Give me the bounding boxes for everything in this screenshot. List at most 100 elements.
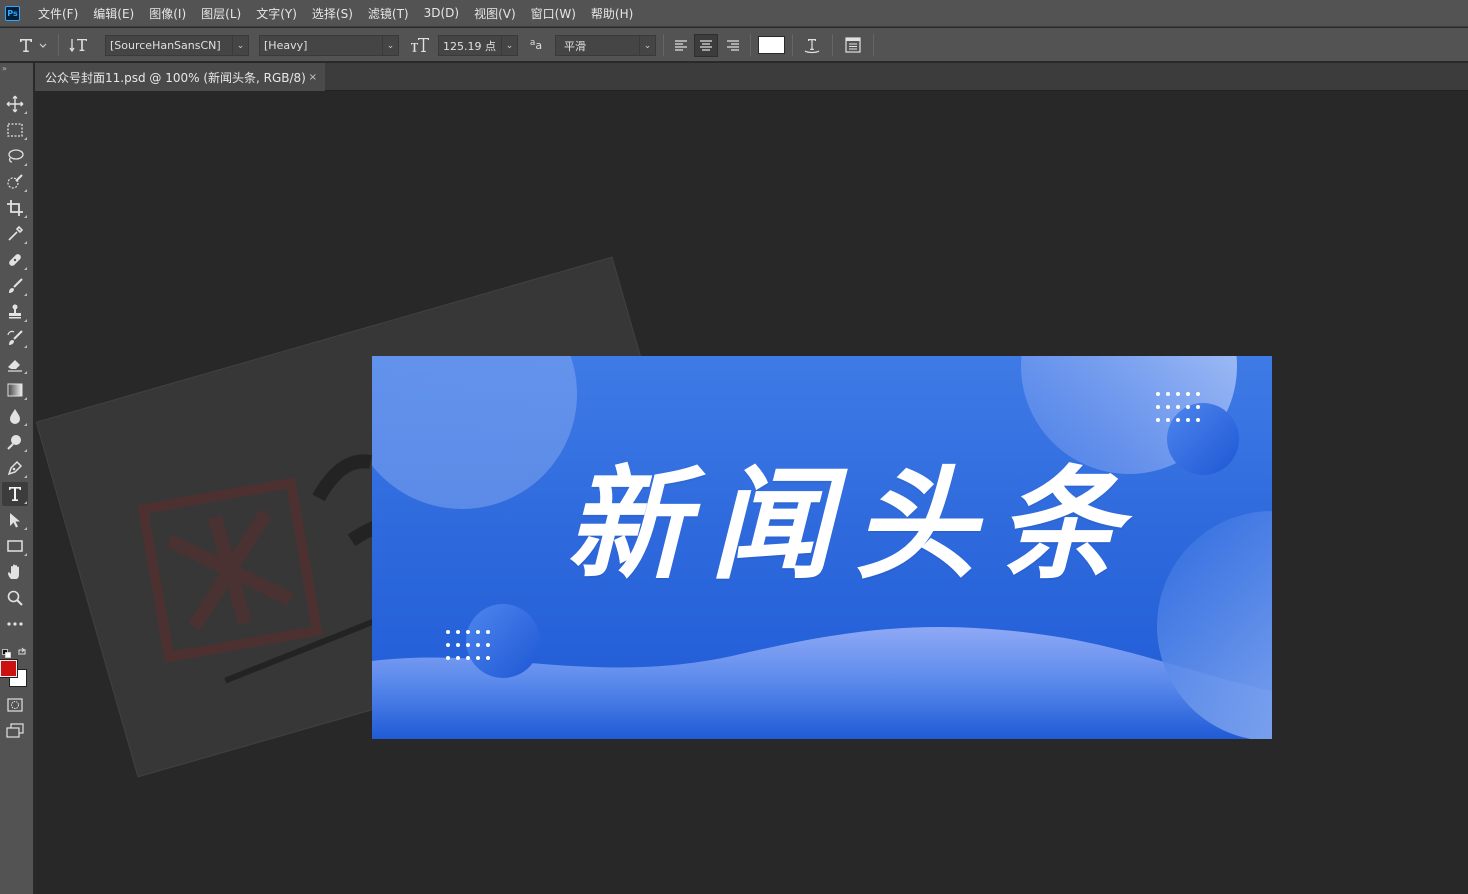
pen-tool[interactable]	[2, 456, 28, 480]
font-size-icon	[408, 28, 432, 62]
dot-grid-bottom-left	[446, 630, 490, 660]
antialias-icon-label: a	[535, 38, 543, 52]
type-icon	[9, 487, 21, 501]
quick-mask-icon	[7, 698, 23, 712]
font-style-value: [Heavy]	[264, 39, 308, 52]
horizontal-type-tool[interactable]	[2, 482, 28, 506]
menu-3d[interactable]: 3D(D)	[424, 6, 459, 20]
align-center-icon	[700, 39, 712, 51]
history-brush-tool[interactable]	[2, 326, 28, 350]
eyedropper-icon	[8, 225, 24, 241]
align-left-icon	[675, 39, 687, 51]
rectangle-tool[interactable]	[2, 534, 28, 558]
text-color-swatch[interactable]	[758, 36, 785, 54]
menu-edit[interactable]: 编辑(E)	[93, 5, 134, 22]
gradient-tool[interactable]	[2, 378, 28, 402]
tools-panel: »	[0, 63, 34, 894]
pen-icon	[7, 460, 23, 476]
hand-icon	[8, 564, 19, 579]
eyedropper-tool[interactable]	[2, 222, 28, 246]
marquee-tool[interactable]	[2, 118, 28, 142]
magnifier-icon	[7, 590, 23, 606]
antialias-icon: aa	[526, 28, 546, 62]
stamp-icon	[9, 304, 21, 319]
menu-view[interactable]: 视图(V)	[474, 5, 516, 22]
dot-grid-top-right	[1156, 392, 1200, 422]
warp-text-button[interactable]	[800, 28, 824, 62]
quick-selection-tool[interactable]	[2, 170, 28, 194]
font-family-value: [SourceHanSansCN]	[110, 39, 221, 52]
quick-selection-icon	[7, 174, 23, 189]
bandage-icon	[9, 254, 21, 266]
menu-type[interactable]: 文字(Y)	[256, 5, 297, 22]
move-icon	[6, 95, 24, 113]
photoshop-logo-icon[interactable]: Ps	[5, 5, 20, 21]
document-tab-bar: 公众号封面11.psd @ 100% (新闻头条, RGB/8) ×	[35, 63, 1468, 91]
foreground-color-swatch[interactable]	[0, 659, 18, 678]
gradient-icon	[7, 383, 23, 397]
align-right-button[interactable]	[721, 34, 745, 57]
font-size-input[interactable]: 125.19 点 ⌄	[438, 35, 518, 56]
font-size-value: 125.19 点	[443, 39, 496, 53]
menu-select[interactable]: 选择(S)	[312, 5, 353, 22]
options-bar: [SourceHanSansCN] ⌄ [Heavy] ⌄ 125.19 点 ⌄…	[0, 28, 1468, 62]
eraser-tool[interactable]	[2, 352, 28, 376]
font-family-select[interactable]: [SourceHanSansCN] ⌄	[105, 35, 249, 56]
warp-text-icon	[804, 39, 820, 54]
align-left-button[interactable]	[669, 34, 693, 57]
align-right-icon	[727, 39, 739, 51]
rectangle-shape-icon	[7, 540, 23, 552]
canvas-workspace[interactable]: 新闻头条	[35, 92, 1468, 894]
hand-tool[interactable]	[2, 560, 28, 584]
menu-layer[interactable]: 图层(L)	[201, 5, 241, 22]
font-style-select[interactable]: [Heavy] ⌄	[259, 35, 399, 56]
lasso-icon	[8, 149, 24, 163]
rectangular-marquee-icon	[7, 123, 23, 137]
document-canvas[interactable]: 新闻头条	[372, 356, 1272, 739]
path-selection-tool[interactable]	[2, 508, 28, 532]
lasso-tool[interactable]	[2, 144, 28, 168]
menu-window[interactable]: 窗口(W)	[531, 5, 576, 22]
path-selection-icon	[10, 513, 20, 528]
screen-mode-button[interactable]	[2, 719, 28, 743]
screen-mode-icon	[6, 723, 24, 738]
clone-stamp-tool[interactable]	[2, 300, 28, 324]
character-panel-button[interactable]	[840, 28, 866, 62]
chevron-down-icon: ⌄	[501, 36, 517, 55]
collapse-panel-icon[interactable]: »	[2, 64, 7, 73]
chevron-down-icon: ⌄	[232, 36, 248, 55]
chevron-down-icon: ⌄	[639, 36, 655, 55]
antialias-select[interactable]: 平滑 ⌄	[555, 35, 656, 56]
menu-filter[interactable]: 滤镜(T)	[368, 5, 409, 22]
menu-file[interactable]: 文件(F)	[38, 5, 78, 22]
more-dots-icon	[7, 622, 23, 626]
move-tool[interactable]	[2, 92, 28, 116]
close-icon[interactable]: ×	[309, 72, 317, 83]
align-center-button[interactable]	[694, 34, 718, 57]
menu-bar: Ps 文件(F) 编辑(E) 图像(I) 图层(L) 文字(Y) 选择(S) 滤…	[0, 0, 1468, 27]
eraser-icon	[8, 360, 22, 372]
type-tool-icon	[20, 39, 47, 52]
dodge-tool[interactable]	[2, 430, 28, 454]
chevron-down-icon: ⌄	[382, 36, 398, 55]
zoom-tool[interactable]	[2, 586, 28, 610]
document-tab[interactable]: 公众号封面11.psd @ 100% (新闻头条, RGB/8) ×	[35, 63, 325, 91]
blur-tool[interactable]	[2, 404, 28, 428]
tool-preset-picker[interactable]	[12, 28, 50, 62]
toggle-text-orientation-button[interactable]	[66, 28, 92, 62]
swap-colors-icon[interactable]	[17, 642, 27, 661]
menu-image[interactable]: 图像(I)	[149, 5, 186, 22]
brush-icon	[9, 278, 23, 293]
text-orientation-icon	[69, 39, 87, 53]
canvas-headline-text[interactable]: 新闻头条	[372, 464, 1272, 586]
character-panel-icon	[845, 37, 861, 53]
healing-brush-tool[interactable]	[2, 248, 28, 272]
dodge-icon	[7, 435, 21, 450]
menu-help[interactable]: 帮助(H)	[591, 5, 633, 22]
brush-tool[interactable]	[2, 274, 28, 298]
crop-tool[interactable]	[2, 196, 28, 220]
document-tab-title: 公众号封面11.psd @ 100% (新闻头条, RGB/8)	[45, 70, 306, 85]
quick-mask-button[interactable]	[2, 693, 28, 717]
edit-toolbar-button[interactable]	[2, 612, 28, 636]
antialias-value: 平滑	[564, 39, 586, 53]
